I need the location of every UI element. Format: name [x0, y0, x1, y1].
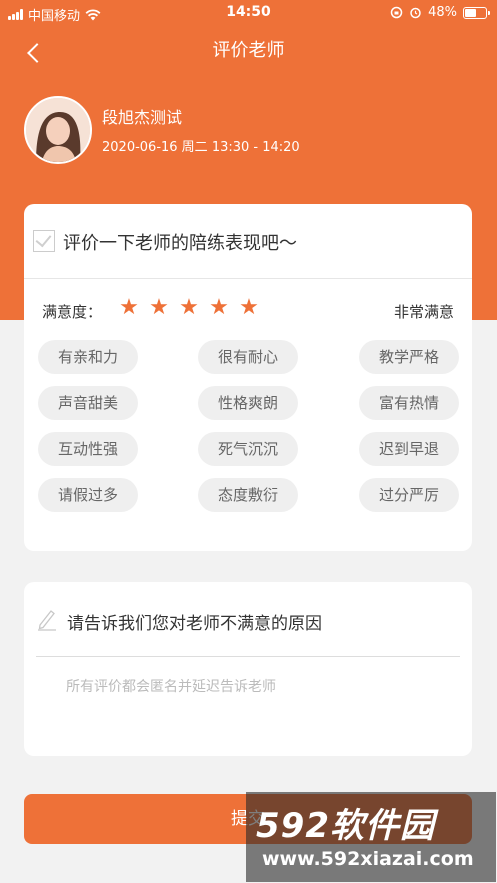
star-icon[interactable]: ★ [208, 296, 230, 320]
battery-percent: 48% [428, 5, 457, 20]
reason-title: 请告诉我们您对老师不满意的原因 [67, 614, 322, 634]
tag-option[interactable]: 请假过多 [38, 478, 138, 512]
tag-option[interactable]: 性格爽朗 [198, 386, 298, 420]
tag-option[interactable]: 教学严格 [359, 340, 459, 374]
page-title: 评价老师 [212, 40, 285, 61]
battery-icon [463, 6, 490, 19]
watermark-url: www.592xiazai.com [262, 848, 474, 870]
tag-option[interactable]: 富有热情 [359, 386, 459, 420]
star-icon[interactable]: ★ [148, 296, 170, 320]
tag-option[interactable]: 声音甜美 [38, 386, 138, 420]
star-icon[interactable]: ★ [178, 296, 200, 320]
tag-option[interactable]: 很有耐心 [198, 340, 298, 374]
check-icon[interactable] [33, 230, 55, 252]
tag-option[interactable]: 有亲和力 [38, 340, 138, 374]
satisfaction-label: 满意度： [42, 303, 103, 321]
status-bar: 中国移动 14:50 48% [0, 0, 497, 26]
evaluation-question: 评价一下老师的陪练表现吧～ [63, 233, 297, 254]
watermark-brand: 592软件园 [256, 806, 435, 846]
tag-option[interactable]: 互动性强 [38, 432, 138, 466]
star-icon[interactable]: ★ [118, 296, 140, 320]
star-rating[interactable]: ★ ★ ★ ★ ★ [118, 296, 260, 320]
rotation-lock-icon [390, 6, 403, 19]
satisfaction-value: 非常满意 [393, 303, 454, 321]
lesson-time: 2020-06-16 周二 13:30 - 14:20 [102, 140, 300, 155]
reason-input[interactable] [66, 676, 456, 736]
star-icon[interactable]: ★ [238, 296, 260, 320]
divider [24, 278, 472, 279]
divider [36, 656, 460, 657]
tag-option[interactable]: 态度敷衍 [198, 478, 298, 512]
watermark: 592软件园 www.592xiazai.com [246, 792, 496, 882]
avatar [24, 96, 92, 164]
tag-option[interactable]: 过分严厉 [359, 478, 459, 512]
teacher-name: 段旭杰测试 [102, 108, 183, 127]
alarm-icon [410, 7, 421, 19]
pencil-icon [38, 610, 56, 631]
avatar-image [26, 98, 90, 162]
tag-option[interactable]: 死气沉沉 [198, 432, 298, 466]
status-right: 48% [390, 5, 490, 20]
tag-option[interactable]: 迟到早退 [359, 432, 459, 466]
